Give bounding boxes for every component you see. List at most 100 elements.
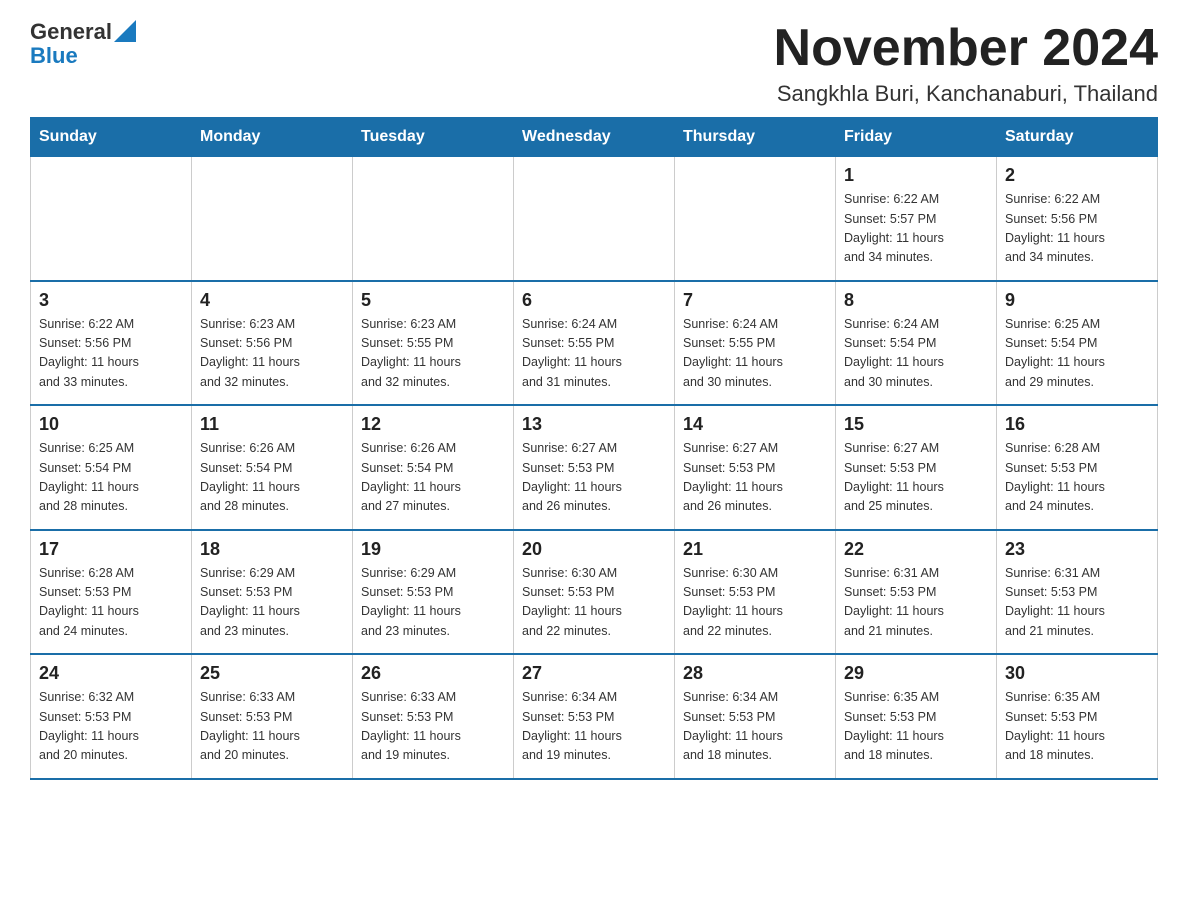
day-info: Sunrise: 6:27 AM Sunset: 5:53 PM Dayligh… <box>844 439 988 517</box>
day-cell: 2 Sunrise: 6:22 AM Sunset: 5:56 PM Daylig… <box>997 157 1158 281</box>
day-info: Sunrise: 6:24 AM Sunset: 5:55 PM Dayligh… <box>683 315 827 393</box>
header-cell-sunday: Sunday <box>31 118 192 157</box>
day-cell: 22 Sunrise: 6:31 AM Sunset: 5:53 PM Dayli… <box>836 530 997 655</box>
day-info: Sunrise: 6:24 AM Sunset: 5:55 PM Dayligh… <box>522 315 666 393</box>
day-cell: 13 Sunrise: 6:27 AM Sunset: 5:53 PM Dayli… <box>514 405 675 530</box>
day-number: 6 <box>522 290 666 311</box>
day-number: 22 <box>844 539 988 560</box>
day-info: Sunrise: 6:22 AM Sunset: 5:56 PM Dayligh… <box>39 315 183 393</box>
header-row: SundayMondayTuesdayWednesdayThursdayFrid… <box>31 118 1158 157</box>
day-cell <box>675 157 836 281</box>
logo-triangle-icon <box>114 20 136 42</box>
day-number: 16 <box>1005 414 1149 435</box>
week-row-5: 24 Sunrise: 6:32 AM Sunset: 5:53 PM Dayli… <box>31 654 1158 779</box>
day-number: 12 <box>361 414 505 435</box>
day-number: 15 <box>844 414 988 435</box>
day-number: 3 <box>39 290 183 311</box>
day-cell: 27Sunrise: 6:34 AM Sunset: 5:53 PM Dayli… <box>514 654 675 779</box>
day-cell: 7 Sunrise: 6:24 AM Sunset: 5:55 PM Daylig… <box>675 281 836 406</box>
day-number: 21 <box>683 539 827 560</box>
day-info: Sunrise: 6:30 AM Sunset: 5:53 PM Dayligh… <box>683 564 827 642</box>
day-number: 4 <box>200 290 344 311</box>
day-cell: 17 Sunrise: 6:28 AM Sunset: 5:53 PM Dayli… <box>31 530 192 655</box>
day-info: Sunrise: 6:22 AM Sunset: 5:57 PM Dayligh… <box>844 190 988 268</box>
day-info: Sunrise: 6:29 AM Sunset: 5:53 PM Dayligh… <box>361 564 505 642</box>
day-info: Sunrise: 6:33 AM Sunset: 5:53 PM Dayligh… <box>200 688 344 766</box>
day-cell: 24 Sunrise: 6:32 AM Sunset: 5:53 PM Dayli… <box>31 654 192 779</box>
day-info: Sunrise: 6:31 AM Sunset: 5:53 PM Dayligh… <box>844 564 988 642</box>
day-number: 11 <box>200 414 344 435</box>
logo-general-text: General <box>30 20 112 44</box>
header-cell-tuesday: Tuesday <box>353 118 514 157</box>
day-number: 27 <box>522 663 666 684</box>
day-cell: 4 Sunrise: 6:23 AM Sunset: 5:56 PM Daylig… <box>192 281 353 406</box>
day-number: 2 <box>1005 165 1149 186</box>
calendar-header: SundayMondayTuesdayWednesdayThursdayFrid… <box>31 118 1158 157</box>
week-row-4: 17 Sunrise: 6:28 AM Sunset: 5:53 PM Dayli… <box>31 530 1158 655</box>
day-number: 7 <box>683 290 827 311</box>
day-cell: 21 Sunrise: 6:30 AM Sunset: 5:53 PM Dayli… <box>675 530 836 655</box>
page-header: General Blue November 2024 Sangkhla Buri… <box>30 20 1158 107</box>
day-cell: 28Sunrise: 6:34 AM Sunset: 5:53 PM Dayli… <box>675 654 836 779</box>
day-info: Sunrise: 6:31 AM Sunset: 5:53 PM Dayligh… <box>1005 564 1149 642</box>
day-cell: 26Sunrise: 6:33 AM Sunset: 5:53 PM Dayli… <box>353 654 514 779</box>
day-cell: 12 Sunrise: 6:26 AM Sunset: 5:54 PM Dayli… <box>353 405 514 530</box>
day-info: Sunrise: 6:26 AM Sunset: 5:54 PM Dayligh… <box>361 439 505 517</box>
logo: General Blue <box>30 20 136 68</box>
day-cell <box>353 157 514 281</box>
day-info: Sunrise: 6:32 AM Sunset: 5:53 PM Dayligh… <box>39 688 183 766</box>
day-info: Sunrise: 6:28 AM Sunset: 5:53 PM Dayligh… <box>1005 439 1149 517</box>
day-info: Sunrise: 6:27 AM Sunset: 5:53 PM Dayligh… <box>522 439 666 517</box>
header-cell-saturday: Saturday <box>997 118 1158 157</box>
day-cell: 10 Sunrise: 6:25 AM Sunset: 5:54 PM Dayli… <box>31 405 192 530</box>
day-cell: 1 Sunrise: 6:22 AM Sunset: 5:57 PM Daylig… <box>836 157 997 281</box>
day-cell: 25 Sunrise: 6:33 AM Sunset: 5:53 PM Dayli… <box>192 654 353 779</box>
day-info: Sunrise: 6:33 AM Sunset: 5:53 PM Dayligh… <box>361 688 505 766</box>
day-number: 10 <box>39 414 183 435</box>
day-info: Sunrise: 6:24 AM Sunset: 5:54 PM Dayligh… <box>844 315 988 393</box>
day-cell <box>514 157 675 281</box>
calendar-body: 1 Sunrise: 6:22 AM Sunset: 5:57 PM Daylig… <box>31 157 1158 779</box>
day-cell: 11Sunrise: 6:26 AM Sunset: 5:54 PM Dayli… <box>192 405 353 530</box>
day-number: 23 <box>1005 539 1149 560</box>
day-info: Sunrise: 6:23 AM Sunset: 5:56 PM Dayligh… <box>200 315 344 393</box>
day-number: 25 <box>200 663 344 684</box>
week-row-1: 1 Sunrise: 6:22 AM Sunset: 5:57 PM Daylig… <box>31 157 1158 281</box>
day-number: 18 <box>200 539 344 560</box>
day-info: Sunrise: 6:22 AM Sunset: 5:56 PM Dayligh… <box>1005 190 1149 268</box>
day-info: Sunrise: 6:35 AM Sunset: 5:53 PM Dayligh… <box>844 688 988 766</box>
day-cell: 9Sunrise: 6:25 AM Sunset: 5:54 PM Daylig… <box>997 281 1158 406</box>
day-cell <box>192 157 353 281</box>
day-cell <box>31 157 192 281</box>
day-number: 28 <box>683 663 827 684</box>
day-number: 20 <box>522 539 666 560</box>
day-number: 30 <box>1005 663 1149 684</box>
day-info: Sunrise: 6:25 AM Sunset: 5:54 PM Dayligh… <box>39 439 183 517</box>
day-info: Sunrise: 6:23 AM Sunset: 5:55 PM Dayligh… <box>361 315 505 393</box>
day-cell: 6 Sunrise: 6:24 AM Sunset: 5:55 PM Daylig… <box>514 281 675 406</box>
day-number: 17 <box>39 539 183 560</box>
day-number: 24 <box>39 663 183 684</box>
day-info: Sunrise: 6:25 AM Sunset: 5:54 PM Dayligh… <box>1005 315 1149 393</box>
header-cell-friday: Friday <box>836 118 997 157</box>
month-title: November 2024 <box>774 20 1158 77</box>
day-info: Sunrise: 6:29 AM Sunset: 5:53 PM Dayligh… <box>200 564 344 642</box>
day-number: 19 <box>361 539 505 560</box>
day-number: 13 <box>522 414 666 435</box>
title-block: November 2024 Sangkhla Buri, Kanchanabur… <box>774 20 1158 107</box>
day-info: Sunrise: 6:28 AM Sunset: 5:53 PM Dayligh… <box>39 564 183 642</box>
header-cell-thursday: Thursday <box>675 118 836 157</box>
day-info: Sunrise: 6:30 AM Sunset: 5:53 PM Dayligh… <box>522 564 666 642</box>
day-cell: 5 Sunrise: 6:23 AM Sunset: 5:55 PM Daylig… <box>353 281 514 406</box>
header-cell-monday: Monday <box>192 118 353 157</box>
day-cell: 18 Sunrise: 6:29 AM Sunset: 5:53 PM Dayli… <box>192 530 353 655</box>
day-number: 5 <box>361 290 505 311</box>
day-cell: 29 Sunrise: 6:35 AM Sunset: 5:53 PM Dayli… <box>836 654 997 779</box>
day-number: 29 <box>844 663 988 684</box>
day-info: Sunrise: 6:35 AM Sunset: 5:53 PM Dayligh… <box>1005 688 1149 766</box>
day-number: 1 <box>844 165 988 186</box>
header-cell-wednesday: Wednesday <box>514 118 675 157</box>
calendar-table: SundayMondayTuesdayWednesdayThursdayFrid… <box>30 117 1158 780</box>
week-row-2: 3 Sunrise: 6:22 AM Sunset: 5:56 PM Daylig… <box>31 281 1158 406</box>
day-cell: 30 Sunrise: 6:35 AM Sunset: 5:53 PM Dayli… <box>997 654 1158 779</box>
